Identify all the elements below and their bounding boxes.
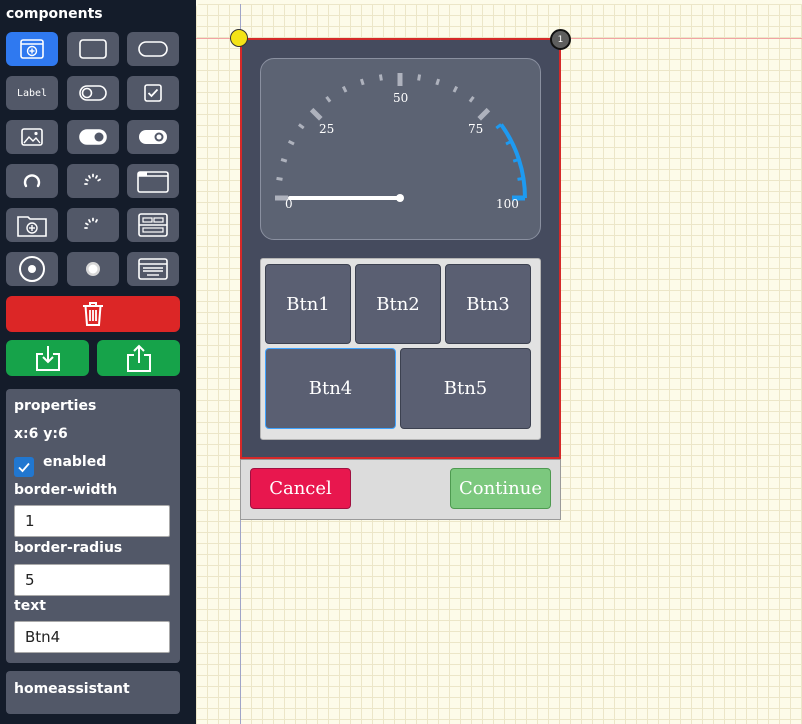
continue-button[interactable]: Continue bbox=[450, 468, 551, 509]
gauge-tick bbox=[468, 96, 475, 103]
gauge-tick-label-50: 50 bbox=[393, 91, 409, 105]
gauge-accent-arc bbox=[499, 123, 527, 199]
homeassistant-title: homeassistant bbox=[14, 681, 130, 697]
checkbox-component-button[interactable] bbox=[127, 76, 179, 110]
export-button[interactable] bbox=[97, 340, 180, 376]
toggle-component-button[interactable] bbox=[67, 76, 119, 110]
spinner-alt-icon bbox=[84, 217, 98, 229]
radio-component-button[interactable] bbox=[67, 252, 119, 286]
spinner-icon bbox=[84, 173, 101, 185]
matrix-button-btn3[interactable]: Btn3 bbox=[445, 264, 531, 344]
text-input[interactable] bbox=[14, 621, 170, 653]
delete-button[interactable] bbox=[6, 296, 180, 332]
homeassistant-panel[interactable]: homeassistant bbox=[6, 671, 180, 714]
label-icon: Label bbox=[16, 87, 48, 99]
gauge-tick bbox=[417, 74, 422, 81]
arc-component-button[interactable] bbox=[6, 164, 58, 198]
switch-alt-component-button[interactable] bbox=[127, 120, 179, 154]
components-sidebar: components Label properties x:6 y:6 enab… bbox=[0, 0, 196, 724]
gauge-tick-label-100: 100 bbox=[496, 197, 519, 211]
text-label: text bbox=[14, 598, 46, 614]
keyboard-component-button[interactable] bbox=[127, 252, 179, 286]
gauge-widget[interactable]: 0 25 50 75 100 bbox=[260, 58, 541, 240]
checkbox-icon bbox=[144, 84, 162, 102]
screen-add-icon bbox=[20, 39, 44, 59]
toggle-off-icon bbox=[79, 85, 107, 101]
gauge-tick bbox=[378, 74, 383, 81]
switch-component-button[interactable] bbox=[67, 120, 119, 154]
spinner-component-button[interactable] bbox=[67, 164, 119, 198]
gauge-tick bbox=[309, 107, 323, 121]
pill-component-button[interactable] bbox=[127, 32, 179, 66]
gauge-tick bbox=[298, 123, 305, 130]
gauge-tick bbox=[276, 176, 283, 181]
matrix-button-btn5[interactable]: Btn5 bbox=[400, 348, 531, 429]
import-button[interactable] bbox=[6, 340, 89, 376]
switch-on-alt-icon bbox=[139, 130, 167, 144]
window-icon bbox=[137, 171, 169, 193]
enabled-label: enabled bbox=[43, 454, 107, 470]
screen-component-button[interactable] bbox=[6, 32, 58, 66]
enabled-checkbox[interactable] bbox=[14, 457, 34, 477]
properties-panel: properties x:6 y:6 enabled border-width … bbox=[6, 389, 180, 663]
matrix-button-btn4[interactable]: Btn4 bbox=[265, 348, 396, 429]
tabview-icon bbox=[138, 213, 168, 237]
pill-icon bbox=[138, 41, 168, 57]
arc-icon bbox=[23, 174, 41, 188]
gauge-tick bbox=[280, 157, 288, 163]
roller-icon bbox=[19, 256, 45, 282]
label-component-button[interactable]: Label bbox=[6, 76, 58, 110]
gauge-needle-hub bbox=[396, 194, 404, 202]
gauge-meter bbox=[275, 73, 527, 202]
gauge-tick bbox=[477, 107, 491, 121]
matrix-button-btn1[interactable]: Btn1 bbox=[265, 264, 351, 344]
matrix-button-btn2[interactable]: Btn2 bbox=[355, 264, 441, 344]
roller-component-button[interactable] bbox=[6, 252, 58, 286]
gauge-tick-label-0: 0 bbox=[285, 197, 293, 211]
rectangle-icon bbox=[79, 39, 107, 59]
image-icon bbox=[21, 128, 43, 146]
folder-add-icon bbox=[17, 216, 47, 237]
selection-handle-yellow[interactable] bbox=[230, 29, 248, 47]
tabview-component-button[interactable] bbox=[127, 208, 179, 242]
coords-readout: x:6 y:6 bbox=[14, 426, 68, 442]
gauge-tick bbox=[341, 85, 348, 93]
border-width-input[interactable] bbox=[14, 505, 170, 537]
border-radius-input[interactable] bbox=[14, 564, 170, 596]
keyboard-icon bbox=[138, 258, 168, 280]
gauge-tick bbox=[325, 96, 332, 103]
switch-on-icon bbox=[79, 129, 107, 145]
rectangle-component-button[interactable] bbox=[67, 32, 119, 66]
folder-add-component-button[interactable] bbox=[6, 208, 58, 242]
cancel-button[interactable]: Cancel bbox=[250, 468, 351, 509]
image-component-button[interactable] bbox=[6, 120, 58, 154]
radio-icon bbox=[86, 262, 100, 276]
selection-handle-number[interactable]: 1 bbox=[550, 29, 571, 50]
checkmark-icon bbox=[18, 462, 30, 473]
gauge-tick-label-75: 75 bbox=[468, 122, 484, 136]
download-tray-icon bbox=[35, 346, 60, 371]
properties-title: properties bbox=[14, 398, 97, 414]
gauge-tick bbox=[435, 78, 441, 86]
border-width-label: border-width bbox=[14, 482, 118, 498]
spinner-alt-component-button[interactable] bbox=[67, 208, 119, 242]
components-title: components bbox=[6, 6, 103, 22]
gauge-tick bbox=[359, 78, 365, 86]
window-component-button[interactable] bbox=[127, 164, 179, 198]
trash-icon bbox=[83, 302, 103, 326]
gauge-tick bbox=[287, 139, 295, 146]
border-radius-label: border-radius bbox=[14, 540, 123, 556]
upload-tray-icon bbox=[126, 344, 151, 372]
gauge-tick bbox=[452, 85, 459, 93]
gauge-tick-label-25: 25 bbox=[319, 122, 335, 136]
